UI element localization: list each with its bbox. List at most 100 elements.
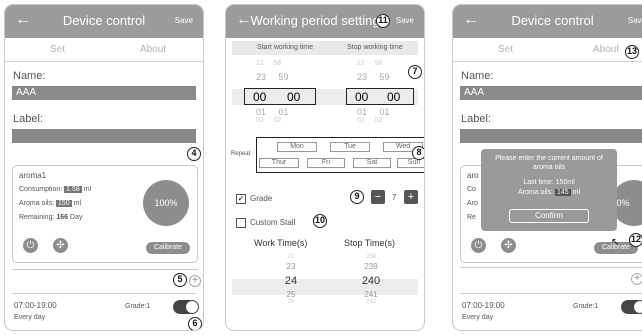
aroma-oils-value[interactable]: 150 [55,200,72,207]
start-hour: 00 [253,90,267,104]
name-label: Name: [13,70,46,82]
stop-value: 238 [365,254,376,260]
day-mon[interactable]: Mon [277,142,317,152]
stop-value: 241 [364,290,378,299]
work-time-wheel[interactable]: 22 23 24 25 26 [271,254,311,305]
stop-minute: 00 [387,90,401,104]
tab-about[interactable]: About [140,44,166,55]
add-period-button[interactable]: + [631,273,642,285]
schedule-toggle[interactable] [173,300,199,314]
callout-badge-12: 12 [629,233,642,247]
toggle-knob [634,301,642,313]
dialog-oils-input[interactable]: 145 [554,189,571,196]
work-value: 23 [286,262,296,271]
fan-icon[interactable]: ✣ [501,238,516,253]
stop-time-picker[interactable]: 00 00 [346,88,414,105]
remaining-row: Remaining: 166 Day [19,214,82,221]
repeat-label: Repeat [231,151,251,157]
day-tue[interactable]: Tue [330,142,370,152]
callout-badge-10: 10 [313,214,327,228]
toggle-knob [186,301,198,313]
stop-above1: 23 59 [357,72,390,82]
aroma-card: aroma1 Consumption: 1.58 ml Aroma oils: … [12,165,198,263]
save-button[interactable]: Save [396,16,414,25]
dialog-oils-unit: ml [572,189,580,196]
remaining-label: Remaining: [19,214,55,221]
grade-label: Grade [250,194,273,203]
callout-badge-5: 5 [173,273,187,287]
callout-badge-13: 13 [625,45,639,59]
label-label: Label: [13,113,43,125]
name-label: Name: [461,70,494,82]
fan-icon[interactable]: ✣ [53,238,68,253]
page-title: Device control [62,13,146,28]
custom-stall-checkbox[interactable] [236,218,246,228]
schedule-time[interactable]: 07:00-19:00 [14,301,57,310]
calibrate-button[interactable]: Calibrate [146,242,190,254]
consumption-unit: ml [83,186,92,193]
work-value: 22 [287,254,295,260]
remaining-row: Re [467,214,476,221]
stop-below1: 01 01 [357,107,390,117]
schedule-toggle[interactable] [621,300,642,314]
tab-bar: Set About [5,38,203,62]
name-field[interactable]: AAA [460,86,642,100]
label-label: Label: [461,113,491,125]
start-time-picker[interactable]: 00 00 [244,88,316,105]
day-sat[interactable]: Sat [353,158,391,168]
day-fri[interactable]: Fri [307,158,345,168]
stop-time-wheel[interactable]: 238 239 240 241 242 [351,254,391,305]
divider-line [460,293,642,294]
page-title: Working period setting [250,13,380,28]
level-circle: 100% [143,180,189,226]
dialog-last-time: Last time: 150ml [523,179,575,186]
aroma-oils-row: Aroma oils: 150 ml [19,200,81,207]
confirm-button[interactable]: Confirm [509,209,589,223]
grade-checkbox[interactable]: ✓ [236,194,246,204]
divider-line [12,293,196,294]
grade-plus-button[interactable]: + [404,190,418,204]
callout-badge-11: 11 [376,14,390,28]
working-period-screen: ← Working period setting Save 11 Start w… [225,4,425,331]
name-field[interactable]: AAA [12,86,196,100]
start-above2: 22 58 [256,60,282,67]
stop-header: Stop working time [347,44,403,51]
day-thur[interactable]: Thur [259,158,299,168]
save-button[interactable]: Save [628,16,642,25]
label-field[interactable] [460,129,642,143]
aroma-oils-row: Aro [467,200,478,207]
grade-minus-button[interactable]: − [371,190,385,204]
power-icon[interactable]: ⏻ [23,238,38,253]
schedule-days: Every day [14,314,46,321]
tab-bar: Set About [453,38,642,62]
remaining-value: 166 [56,214,69,221]
stop-value: 239 [364,262,378,271]
aroma-oils-label: Aroma oils: [19,200,55,207]
dialog-oils-row: Aroma oils: 145 ml [481,189,617,196]
callout-badge-9: 9 [350,190,364,204]
divider [460,267,642,268]
tab-set[interactable]: Set [498,44,513,55]
save-button[interactable]: Save [175,16,193,25]
consumption-value: 1.58 [64,186,82,193]
tab-set[interactable]: Set [50,44,65,55]
grade-text: Grade:1 [125,303,151,310]
label-field[interactable] [12,129,196,143]
aroma-name: aroma1 [19,171,47,180]
tab-about[interactable]: About [593,44,619,55]
add-period-button[interactable]: + [189,275,201,287]
time-header-bar: Start working time Stop working time [232,41,418,55]
consumption-row: Consumption: 1.58 ml [19,186,91,193]
start-minute: 00 [287,90,301,104]
callout-badge-6: 6 [188,317,202,330]
dialog-oils-label: Aroma oils: [518,189,554,196]
schedule-time[interactable]: 07:00-19:00 [462,301,505,310]
power-icon[interactable]: ⏻ [471,238,486,253]
callout-badge-4: 4 [187,147,201,161]
divider [12,267,198,270]
header-bar: ← Device control Save [5,5,203,38]
custom-stall-label: Custom Stall [250,218,296,227]
start-below1: 01 01 [256,107,289,117]
aroma-oils-unit: ml [73,200,81,207]
page-title: Device control [511,13,594,28]
